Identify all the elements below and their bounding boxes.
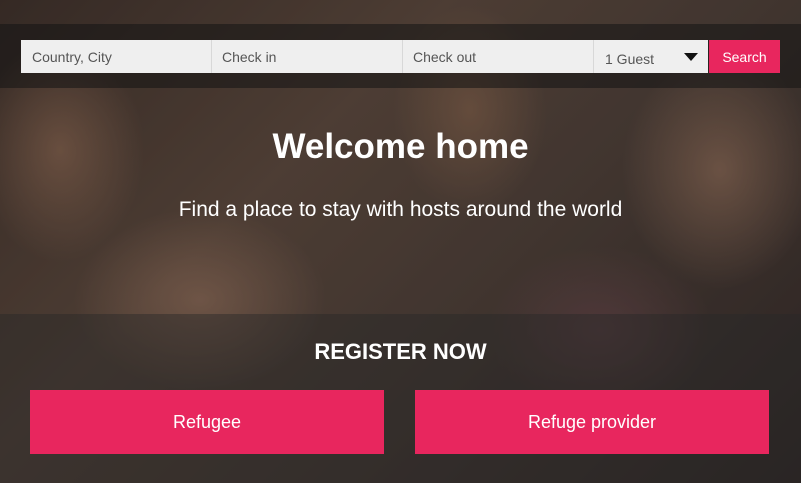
checkin-input[interactable]: Check in — [212, 40, 403, 73]
register-refugee-button[interactable]: Refugee — [30, 390, 384, 454]
register-provider-button[interactable]: Refuge provider — [415, 390, 769, 454]
chevron-down-icon — [684, 53, 698, 61]
search-form: Country, City Check in Check out 1 Guest… — [21, 40, 780, 73]
checkout-placeholder: Check out — [413, 48, 477, 65]
register-heading: REGISTER NOW — [314, 339, 487, 364]
location-input[interactable]: Country, City — [21, 40, 212, 73]
checkin-placeholder: Check in — [222, 48, 277, 65]
search-button[interactable]: Search — [709, 40, 780, 73]
guests-select[interactable]: 1 Guest — [594, 40, 708, 73]
page-subtitle: Find a place to stay with hosts around t… — [178, 198, 623, 221]
hero-section: Country, City Check in Check out 1 Guest… — [0, 0, 801, 483]
guests-selected-value: 1 Guest — [605, 51, 655, 67]
checkout-input[interactable]: Check out — [403, 40, 594, 73]
location-placeholder: Country, City — [32, 48, 112, 65]
page-title: Welcome home — [272, 127, 529, 166]
